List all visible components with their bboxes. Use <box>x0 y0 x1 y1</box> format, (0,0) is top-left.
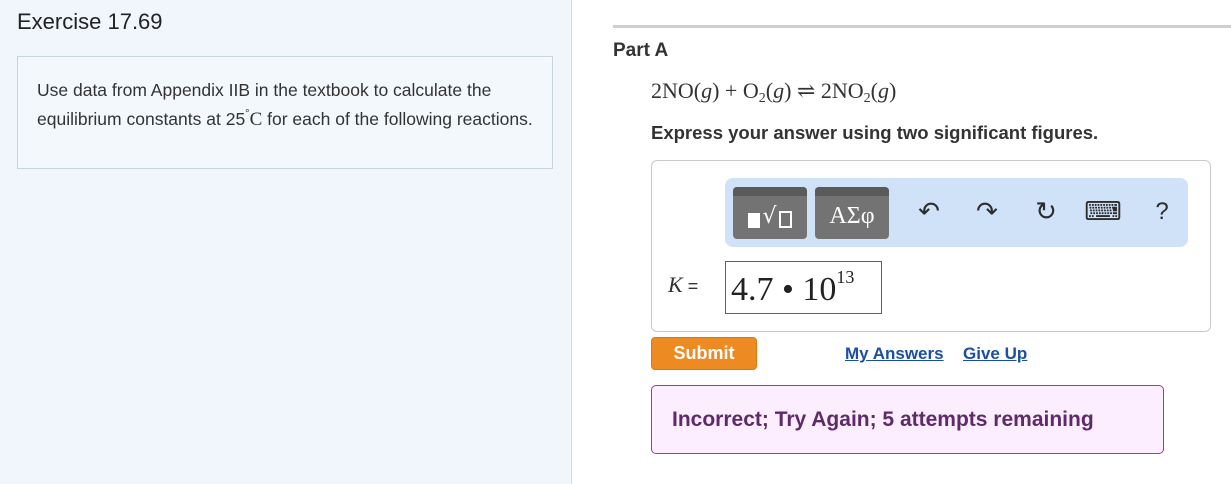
templates-icon: √ <box>748 206 792 228</box>
undo-icon[interactable]: ↶ <box>913 196 945 228</box>
keyboard-icon[interactable]: ⌨ <box>1084 196 1122 228</box>
reaction-equation: 2NO(g) + O2(g) ⇌ 2NO2(g) <box>651 78 897 106</box>
submit-button[interactable]: Submit <box>651 337 757 370</box>
greek-symbols-button[interactable]: ΑΣφ <box>815 187 889 239</box>
help-button[interactable]: ? <box>1146 196 1178 228</box>
part-panel: Part A 2NO(g) + O2(g) ⇌ 2NO2(g) Express … <box>573 0 1231 484</box>
my-answers-link[interactable]: My Answers <box>845 344 944 364</box>
part-title: Part A <box>613 40 669 61</box>
part-divider <box>613 25 1231 28</box>
temperature-unit: C <box>249 109 263 130</box>
give-up-link[interactable]: Give Up <box>963 344 1027 364</box>
exercise-panel: Exercise 17.69 Use data from Appendix II… <box>0 0 572 484</box>
answer-instructions: Express your answer using two significan… <box>651 122 1099 143</box>
problem-text-part2: for each of the following reactions. <box>262 109 533 129</box>
exercise-title: Exercise 17.69 <box>17 9 163 34</box>
math-toolbar: √ ΑΣφ ↶ ↷ ↻ ⌨ ? <box>725 178 1188 247</box>
templates-button[interactable]: √ <box>733 187 807 239</box>
answer-box: √ ΑΣφ ↶ ↷ ↻ ⌨ ? K = 4.7 • 1013 <box>651 160 1211 332</box>
reset-icon[interactable]: ↻ <box>1030 196 1062 228</box>
feedback-message: Incorrect; Try Again; 5 attempts remaini… <box>651 385 1164 454</box>
answer-exponent: 13 <box>836 267 855 287</box>
redo-icon[interactable]: ↷ <box>971 196 1003 228</box>
problem-statement: Use data from Appendix IIB in the textbo… <box>17 56 553 169</box>
answer-input[interactable]: 4.7 • 1013 <box>725 261 882 314</box>
answer-mantissa: 4.7 • 10 <box>731 271 837 308</box>
answer-label: K = <box>668 272 699 297</box>
